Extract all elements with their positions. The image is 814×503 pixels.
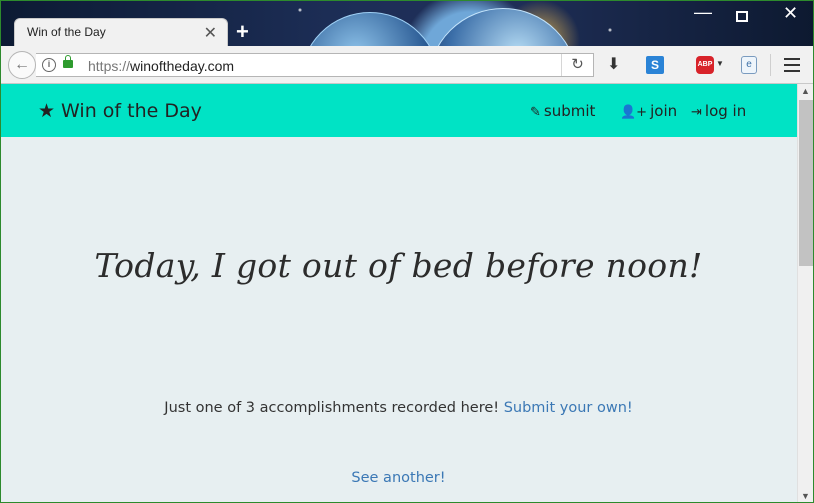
url-host: winoftheday.com bbox=[130, 58, 235, 74]
user-plus-icon: 👤+ bbox=[620, 105, 648, 120]
site-brand-link[interactable]: ★ Win of the Day bbox=[38, 100, 202, 122]
url-text[interactable]: https://winoftheday.com bbox=[88, 58, 234, 74]
lock-icon[interactable] bbox=[63, 55, 73, 68]
chevron-down-icon[interactable]: ▼ bbox=[716, 59, 724, 68]
nav-submit-link[interactable]: ✎ submit bbox=[530, 102, 595, 120]
address-bar[interactable]: i https://winoftheday.com ↻ bbox=[36, 53, 594, 77]
browser-tab[interactable]: Win of the Day ✕ bbox=[14, 18, 228, 46]
new-tab-button[interactable]: + bbox=[236, 19, 249, 45]
extension-icon[interactable]: e bbox=[741, 56, 757, 74]
tab-title: Win of the Day bbox=[27, 25, 106, 39]
toolbar-divider bbox=[770, 54, 771, 76]
download-icon[interactable]: ⬇ bbox=[607, 54, 620, 74]
brand-label: Win of the Day bbox=[61, 100, 202, 122]
see-another-link[interactable]: See another! bbox=[0, 470, 797, 486]
back-button[interactable]: ← bbox=[8, 51, 36, 79]
page-scrollbar[interactable]: ▲ ▼ bbox=[797, 84, 814, 503]
browser-toolbar: ← i https://winoftheday.com ↻ ⬇ S ABP ▼ … bbox=[0, 46, 814, 84]
browser-title-bar: Win of the Day ✕ + — ✕ bbox=[0, 0, 814, 158]
skype-extension-icon[interactable]: S bbox=[646, 56, 664, 74]
minimize-window-button[interactable]: — bbox=[694, 2, 712, 23]
win-headline: Today, I got out of bed before noon! bbox=[94, 246, 703, 285]
nav-login-link[interactable]: ⇥ log in bbox=[691, 102, 746, 120]
hamburger-menu-icon[interactable] bbox=[784, 58, 800, 76]
reload-icon[interactable]: ↻ bbox=[561, 54, 593, 76]
scrollbar-thumb[interactable] bbox=[799, 100, 813, 266]
url-scheme: https:// bbox=[88, 58, 131, 74]
scroll-down-icon[interactable]: ▼ bbox=[801, 491, 810, 501]
accomplishment-count-line: Just one of 3 accomplishments recorded h… bbox=[0, 400, 797, 416]
submit-your-own-link[interactable]: Submit your own! bbox=[504, 400, 633, 416]
info-icon[interactable]: i bbox=[42, 58, 56, 72]
nav-join-link[interactable]: 👤+ join bbox=[620, 102, 677, 120]
scroll-up-icon[interactable]: ▲ bbox=[801, 86, 810, 96]
accomplishment-count-text: Just one of 3 accomplishments recorded h… bbox=[164, 400, 500, 416]
page-viewport: ★ Win of the Day ✎ submit 👤+ join ⇥ log in T… bbox=[0, 84, 797, 503]
nav-submit-label: submit bbox=[543, 102, 596, 120]
close-tab-icon[interactable]: ✕ bbox=[204, 23, 217, 43]
sign-in-icon: ⇥ bbox=[691, 105, 702, 120]
star-icon: ★ bbox=[38, 100, 56, 122]
nav-login-label: log in bbox=[704, 102, 747, 120]
site-navbar: ★ Win of the Day ✎ submit 👤+ join ⇥ log in bbox=[0, 84, 797, 137]
adblock-icon[interactable]: ABP bbox=[696, 56, 714, 74]
pencil-icon: ✎ bbox=[530, 105, 541, 120]
nav-join-label: join bbox=[650, 102, 678, 120]
maximize-window-button[interactable] bbox=[736, 11, 748, 22]
close-window-button[interactable]: ✕ bbox=[783, 3, 798, 24]
